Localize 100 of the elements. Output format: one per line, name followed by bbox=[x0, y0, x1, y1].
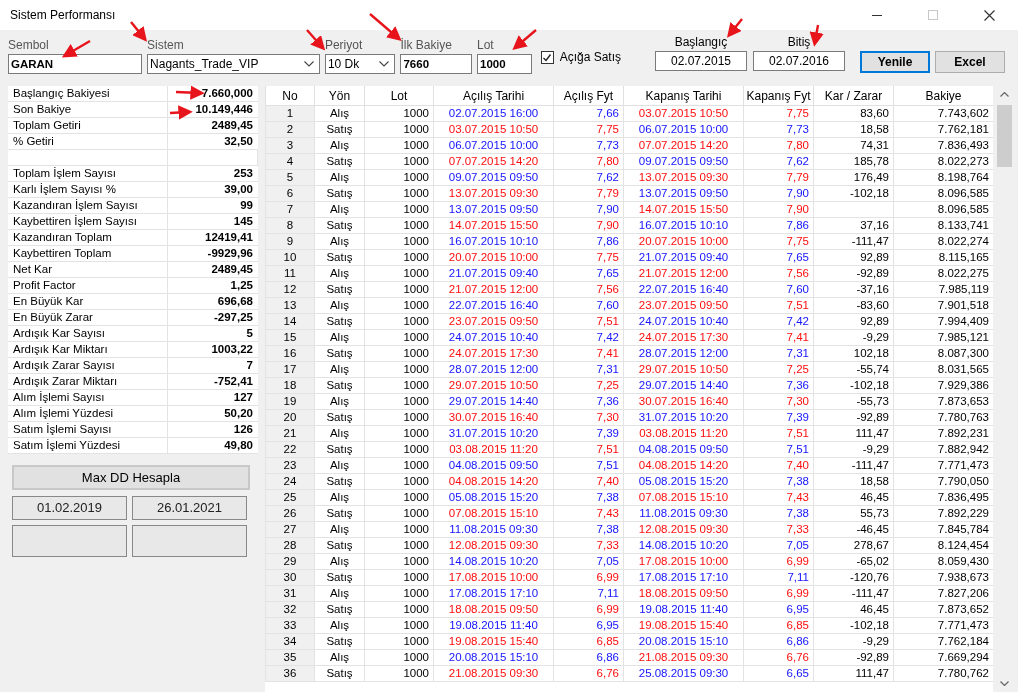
scrollbar-thumb[interactable] bbox=[997, 105, 1012, 167]
refresh-button[interactable]: Yenile bbox=[860, 51, 930, 73]
chevron-down-icon[interactable] bbox=[1000, 681, 1009, 686]
stat-value: 7.660,000 bbox=[168, 86, 258, 102]
table-cell: 17.08.2015 17:10 bbox=[433, 585, 554, 602]
checkbox-label[interactable]: Açığa Satış bbox=[559, 50, 621, 64]
table-cell: 1000 bbox=[364, 489, 434, 506]
table-cell: 1000 bbox=[364, 601, 434, 618]
table-cell: 14.07.2015 15:50 bbox=[433, 217, 554, 234]
table-cell: 1000 bbox=[364, 345, 434, 362]
close-icon[interactable] bbox=[984, 9, 995, 21]
table-cell: 29.07.2015 14:40 bbox=[433, 393, 554, 410]
table-cell: 7,38 bbox=[553, 489, 624, 506]
checkbox[interactable] bbox=[540, 50, 554, 64]
table-cell: -120,76 bbox=[813, 569, 894, 586]
table-cell: 7,36 bbox=[553, 393, 624, 410]
table-cell: -102,18 bbox=[813, 185, 894, 202]
table-cell: 6,86 bbox=[743, 633, 814, 650]
column-header[interactable]: No bbox=[265, 86, 315, 106]
table-cell: 30.07.2015 16:40 bbox=[623, 393, 744, 410]
table-cell: Satış bbox=[314, 281, 365, 298]
annotation-arrow bbox=[130, 21, 148, 42]
table-cell: -111,47 bbox=[813, 233, 894, 250]
table-cell: Alış bbox=[314, 585, 365, 602]
table-cell: 7,25 bbox=[553, 377, 624, 394]
table-cell: 7,66 bbox=[553, 105, 624, 122]
column-header[interactable]: Yön bbox=[314, 86, 365, 106]
table-cell: 24.07.2015 10:40 bbox=[623, 313, 744, 330]
table-cell: 7,73 bbox=[743, 121, 814, 138]
table-cell: 11.08.2015 09:30 bbox=[623, 505, 744, 522]
column-header[interactable]: Lot bbox=[364, 86, 434, 106]
table-cell: Satış bbox=[314, 505, 365, 522]
table-cell: 37,16 bbox=[813, 217, 894, 234]
table-cell: 1000 bbox=[364, 297, 434, 314]
chevron-down-icon[interactable] bbox=[379, 61, 390, 67]
table-cell: 21.07.2015 09:40 bbox=[623, 249, 744, 266]
table-cell: Satış bbox=[314, 249, 365, 266]
table-cell: 25.08.2015 09:30 bbox=[623, 665, 744, 682]
table-cell: 7,42 bbox=[553, 329, 624, 346]
table-cell: 1000 bbox=[364, 217, 434, 234]
table-cell: 11.08.2015 09:30 bbox=[433, 521, 554, 538]
table-cell: 7,51 bbox=[553, 313, 624, 330]
minimize-icon[interactable] bbox=[872, 14, 882, 16]
column-header[interactable]: Kapanış Fyt bbox=[743, 86, 814, 106]
stat-label: Satım İşlemi Yüzdesi bbox=[8, 438, 168, 454]
input-field[interactable]: GARAN bbox=[8, 54, 143, 74]
table-cell: 6,76 bbox=[743, 649, 814, 666]
input-field[interactable]: 1000 bbox=[477, 54, 532, 74]
column-header[interactable]: Kapanış Tarihi bbox=[623, 86, 744, 106]
stat-value: 126 bbox=[168, 422, 258, 438]
input-field[interactable]: 7660 bbox=[400, 54, 472, 74]
dropdown[interactable]: 10 Dk bbox=[324, 54, 396, 74]
date-field[interactable]: 02.07.2016 bbox=[753, 51, 845, 71]
table-cell: 1000 bbox=[364, 201, 434, 218]
table-cell: 7,90 bbox=[743, 185, 814, 202]
date-box: 01.02.2019 bbox=[12, 496, 127, 520]
table-cell: 07.07.2015 14:20 bbox=[623, 137, 744, 154]
table-cell: -55,73 bbox=[813, 393, 894, 410]
chevron-down-icon[interactable] bbox=[303, 61, 314, 67]
table-cell: Satış bbox=[314, 313, 365, 330]
table-cell: 1000 bbox=[364, 185, 434, 202]
table-cell: 1000 bbox=[364, 505, 434, 522]
table-cell: 20.07.2015 10:00 bbox=[433, 249, 554, 266]
max-dd-button[interactable]: Max DD Hesapla bbox=[12, 465, 250, 490]
column-header[interactable]: Açılış Fyt bbox=[553, 86, 624, 106]
column-header[interactable]: Bakiye bbox=[893, 86, 993, 106]
stat-value: 127 bbox=[168, 390, 258, 406]
table-cell: 16.07.2015 10:10 bbox=[433, 233, 554, 250]
table-cell: 1000 bbox=[364, 281, 434, 298]
table-cell: 1000 bbox=[364, 169, 434, 186]
stat-value: 696,68 bbox=[168, 294, 258, 310]
table-cell: 1000 bbox=[364, 425, 434, 442]
table-cell: 04.08.2015 09:50 bbox=[433, 457, 554, 474]
table-cell: Alış bbox=[314, 265, 365, 282]
table-cell: 7,33 bbox=[743, 521, 814, 538]
table-cell: 03.07.2015 10:50 bbox=[623, 105, 744, 122]
column-header[interactable]: Açılış Tarihi bbox=[433, 86, 554, 106]
table-cell: Alış bbox=[314, 553, 365, 570]
table-cell: Alış bbox=[314, 329, 365, 346]
chevron-up-icon[interactable] bbox=[1000, 92, 1009, 97]
table-cell: 1000 bbox=[364, 457, 434, 474]
table-cell: 19.08.2015 11:40 bbox=[433, 617, 554, 634]
table-cell: 7,51 bbox=[743, 441, 814, 458]
table-cell: 7,75 bbox=[553, 121, 624, 138]
date-field[interactable]: 02.07.2015 bbox=[655, 51, 747, 71]
date-box: 26.01.2021 bbox=[132, 496, 247, 520]
export-button[interactable]: Excel bbox=[935, 51, 1005, 73]
table-cell: 7,79 bbox=[553, 185, 624, 202]
table-cell: 14.08.2015 10:20 bbox=[623, 537, 744, 554]
table-cell: 1000 bbox=[364, 521, 434, 538]
table-cell: 24.07.2015 17:30 bbox=[433, 345, 554, 362]
table-cell: 7,11 bbox=[743, 569, 814, 586]
table-cell: 1000 bbox=[364, 393, 434, 410]
dropdown[interactable]: Nagants_Trade_VIP bbox=[147, 54, 320, 74]
stat-value: -9929,96 bbox=[168, 246, 258, 262]
column-header[interactable]: Kar / Zarar bbox=[813, 86, 894, 106]
stat-value: 50,20 bbox=[168, 406, 258, 422]
table-cell: -46,45 bbox=[813, 521, 894, 538]
table-cell: 6,99 bbox=[553, 601, 624, 618]
table-cell: 7,75 bbox=[553, 249, 624, 266]
